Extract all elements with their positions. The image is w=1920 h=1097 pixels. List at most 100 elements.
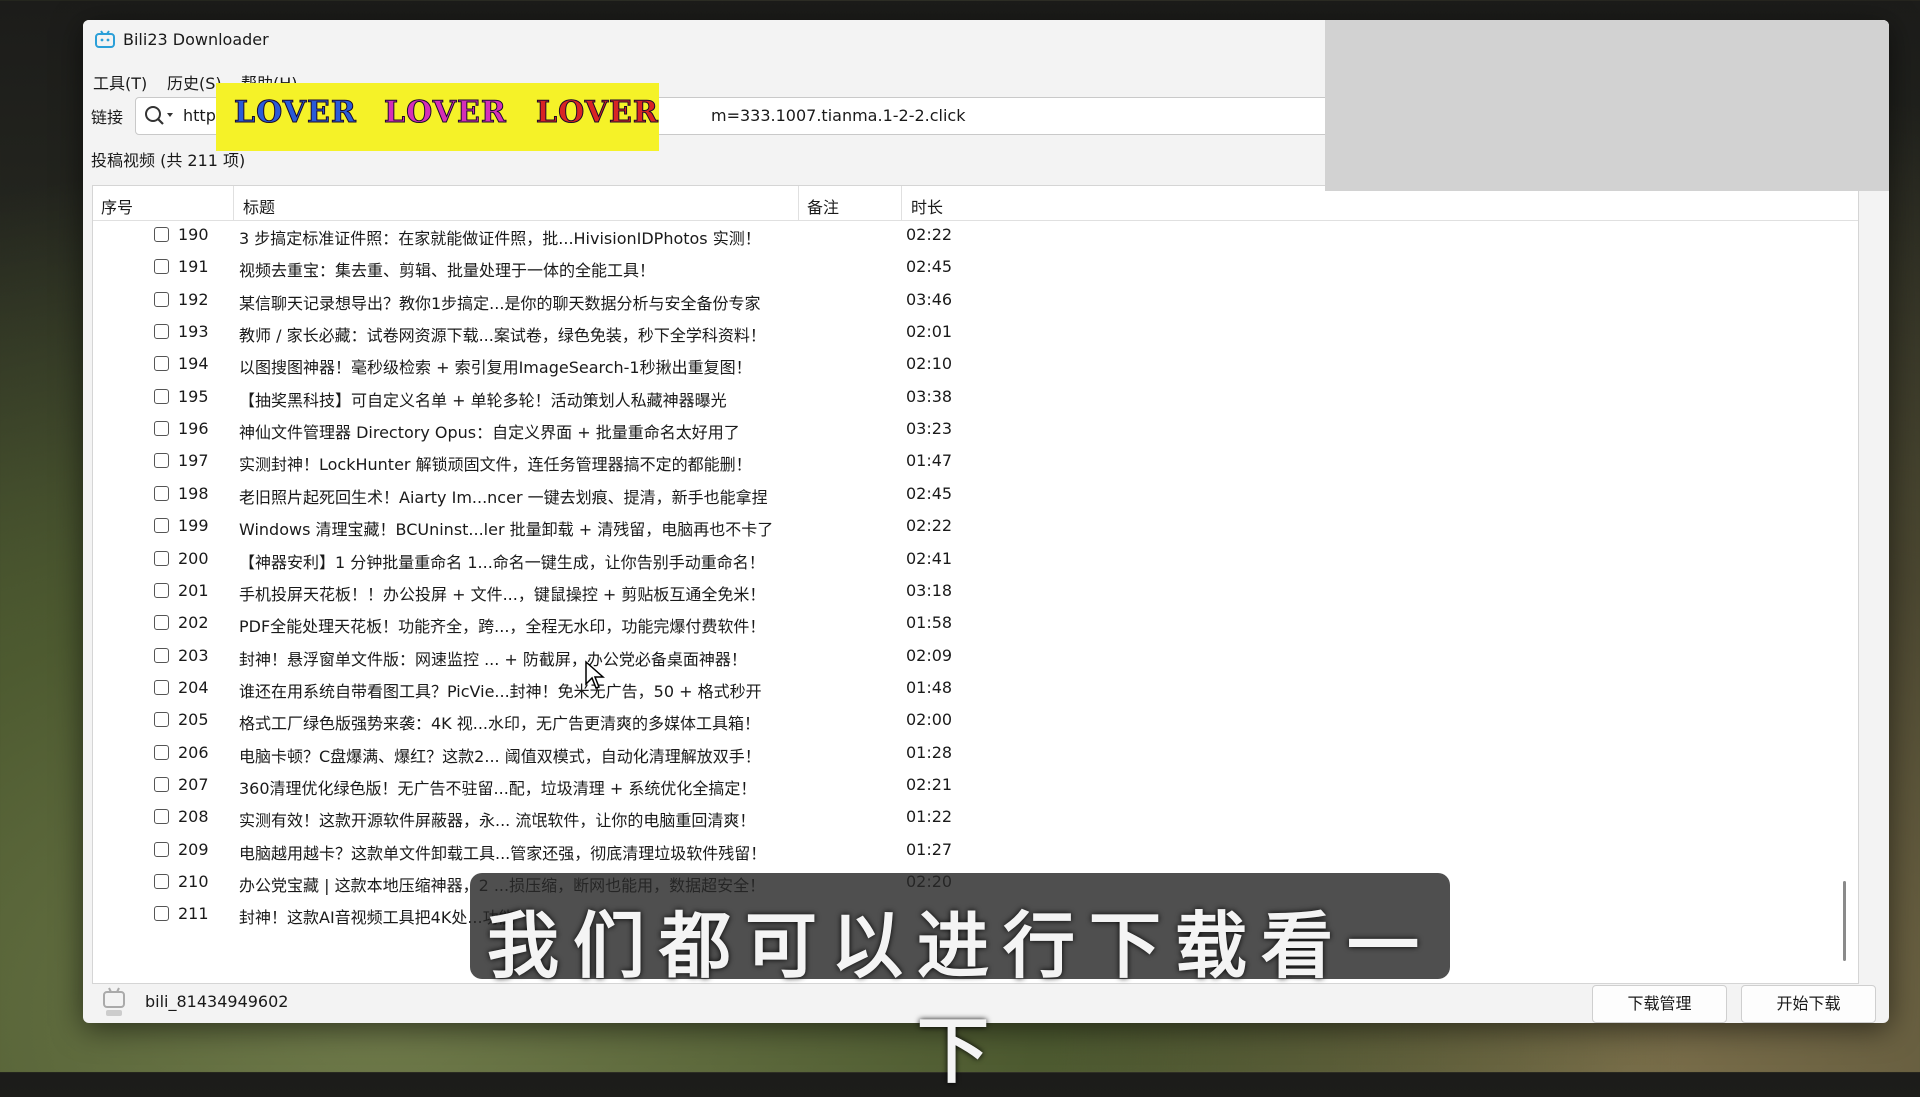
row-title: 手机投屏天花板！！办公投屏 + 文件...，键鼠操控 + 剪贴板互通全免米！: [239, 584, 766, 604]
sticker-word: LOVER: [536, 95, 659, 131]
row-index: 207: [178, 774, 209, 794]
subtitle-text: 我们都可以进行下载看一下: [486, 904, 1433, 1093]
row-checkbox[interactable]: [154, 550, 169, 566]
row-checkbox[interactable]: [154, 291, 169, 307]
row-title: 谁还在用系统自带看图工具？PicVie...封神！免米无广告，50 + 格式秒开: [239, 681, 762, 701]
search-icon[interactable]: [142, 104, 176, 128]
row-checkbox[interactable]: [154, 453, 169, 469]
row-duration: 01:58: [906, 613, 953, 633]
column-divider[interactable]: [798, 186, 799, 220]
table-row[interactable]: 205 格式工厂绿色版强势来袭：4K 视...水印，无广告更清爽的多媒体工具箱！ 0…: [93, 704, 1858, 736]
table-row[interactable]: 198 老旧照片起死回生术！Aiarty Im...ncer 一键去划痕、提清，新…: [93, 478, 1858, 510]
window-title: Bili23 Downloader: [123, 30, 269, 49]
table-row[interactable]: 202 PDF全能处理天花板！功能齐全，跨...，全程无水印，功能完爆付费软件！ 0…: [93, 607, 1858, 639]
row-duration: 02:45: [906, 483, 953, 503]
row-checkbox[interactable]: [154, 647, 169, 663]
row-checkbox[interactable]: [154, 809, 169, 825]
row-duration: 02:22: [906, 225, 953, 244]
sticker-word: LOVER: [234, 95, 357, 131]
column-title[interactable]: 标题: [243, 194, 275, 218]
column-index[interactable]: 序号: [101, 194, 133, 218]
row-checkbox[interactable]: [154, 227, 169, 242]
row-index: 192: [178, 289, 209, 309]
table-row[interactable]: 192 某信聊天记录想导出？教你1步搞定...是你的聊天数据分析与安全备份专家 03…: [93, 284, 1858, 316]
row-title: 以图搜图神器！毫秒级检索 + 索引复用ImageSearch-1秒揪出重复图！: [239, 358, 752, 378]
row-duration: 03:23: [906, 419, 953, 439]
table-row[interactable]: 208 实测有效！这款开源软件屏蔽器，永... 流氓软件，让你的电脑重回清爽！ 01…: [93, 801, 1858, 833]
table-row[interactable]: 209 电脑越用越卡？这款单文件卸载工具...管家还强，彻底清理垃圾软件残留！ 01…: [93, 834, 1858, 866]
url-value-end: m=333.1007.tianma.1-2-2.click: [711, 106, 966, 125]
row-index: 194: [178, 354, 209, 374]
redaction-overlay: [1325, 20, 1889, 191]
row-checkbox[interactable]: [154, 744, 169, 760]
table-row[interactable]: 195 【抽奖黑科技】可自定义名单 + 单轮多轮！活动策划人私藏神器曝光 03:38: [93, 381, 1858, 413]
row-title: 实测有效！这款开源软件屏蔽器，永... 流氓软件，让你的电脑重回清爽！: [239, 811, 756, 831]
row-duration: 02:41: [906, 548, 953, 568]
row-checkbox[interactable]: [154, 388, 169, 404]
row-title: 教师 / 家长必藏：试卷网资源下载...案试卷，绿色免装，秒下全学科资料！: [239, 326, 766, 346]
row-title: 电脑越用越卡？这款单文件卸载工具...管家还强，彻底清理垃圾软件残留！: [239, 843, 767, 863]
row-index: 211: [178, 904, 209, 924]
row-index: 202: [178, 613, 209, 633]
row-checkbox[interactable]: [154, 679, 169, 695]
row-index: 210: [178, 872, 209, 891]
column-duration[interactable]: 时长: [911, 194, 943, 218]
row-index: 195: [178, 386, 209, 406]
row-index: 196: [178, 419, 209, 439]
row-title: 3 步搞定标准证件照：在家就能做证件照，批...HivisionIDPhotos…: [239, 229, 761, 248]
table-row[interactable]: 190 3 步搞定标准证件照：在家就能做证件照，批...HivisionIDPho…: [93, 219, 1858, 251]
table-row[interactable]: 193 教师 / 家长必藏：试卷网资源下载...案试卷，绿色免装，秒下全学科资料！…: [93, 316, 1858, 348]
row-checkbox[interactable]: [154, 712, 169, 728]
row-title: 某信聊天记录想导出？教你1步搞定...是你的聊天数据分析与安全备份专家: [239, 293, 761, 313]
table-row[interactable]: 201 手机投屏天花板！！办公投屏 + 文件...，键鼠操控 + 剪贴板互通全免米…: [93, 575, 1858, 607]
row-title: PDF全能处理天花板！功能齐全，跨...，全程无水印，功能完爆付费软件！: [239, 617, 766, 637]
row-checkbox[interactable]: [154, 324, 169, 340]
row-checkbox[interactable]: [154, 841, 169, 857]
sticker-word: LOVER: [384, 95, 507, 131]
vertical-scrollbar[interactable]: [1843, 881, 1846, 961]
table-row[interactable]: 199 Windows 清理宝藏！BCUninst...ler 批量卸载 + 清残…: [93, 510, 1858, 542]
start-download-button[interactable]: 开始下载: [1741, 985, 1876, 1023]
row-title: 实测封神！LockHunter 解锁顽固文件，连任务管理器搞不定的都能删！: [239, 455, 752, 475]
row-checkbox[interactable]: [154, 906, 169, 922]
row-checkbox[interactable]: [154, 485, 169, 501]
mouse-cursor-icon: [585, 660, 605, 689]
row-checkbox[interactable]: [154, 874, 169, 889]
row-checkbox[interactable]: [154, 582, 169, 598]
row-title: 【抽奖黑科技】可自定义名单 + 单轮多轮！活动策划人私藏神器曝光: [239, 390, 727, 410]
row-checkbox[interactable]: [154, 776, 169, 792]
user-name: bili_81434949602: [145, 992, 289, 1011]
row-checkbox[interactable]: [154, 356, 169, 372]
column-divider[interactable]: [233, 186, 234, 220]
table-row[interactable]: 206 电脑卡顿？C盘爆满、爆红？这款2... 阈值双模式，自动化清理解放双手！ 0…: [93, 737, 1858, 769]
column-note[interactable]: 备注: [807, 194, 839, 218]
table-row[interactable]: 200 【神器安利】1 分钟批量重命名 1...命名一键生成，让你告别手动重命名！…: [93, 543, 1858, 575]
row-duration: 02:10: [906, 354, 953, 374]
table-header: 序号 标题 备注 时长: [93, 186, 1858, 221]
menu-history[interactable]: 历史(S): [167, 70, 222, 94]
table-row[interactable]: 197 实测封神！LockHunter 解锁顽固文件，连任务管理器搞不定的都能删！…: [93, 445, 1858, 477]
row-duration: 02:09: [906, 645, 953, 665]
table-row[interactable]: 204 谁还在用系统自带看图工具？PicVie...封神！免米无广告，50 + 格…: [93, 672, 1858, 704]
row-checkbox[interactable]: [154, 259, 169, 275]
row-checkbox[interactable]: [154, 518, 169, 534]
row-index: 206: [178, 742, 209, 762]
table-row[interactable]: 194 以图搜图神器！毫秒级检索 + 索引复用ImageSearch-1秒揪出重复…: [93, 348, 1858, 380]
row-title: Windows 清理宝藏！BCUninst...ler 批量卸载 + 清残留，电…: [239, 520, 774, 540]
lover-sticker: LOVER LOVER LOVER: [216, 83, 659, 151]
table-row[interactable]: 191 视频去重宝：集去重、剪辑、批量处理于一体的全能工具！ 02:45: [93, 251, 1858, 283]
row-index: 198: [178, 483, 209, 503]
table-row[interactable]: 207 360清理优化绿色版！无广告不驻留...配，垃圾清理 + 系统优化全搞定！…: [93, 769, 1858, 801]
table-row[interactable]: 203 封神！悬浮窗单文件版：网速监控 ... + 防截屏，办公党必备桌面神器！ 0…: [93, 640, 1858, 672]
download-manager-button[interactable]: 下载管理: [1592, 985, 1727, 1023]
row-checkbox[interactable]: [154, 615, 169, 631]
table-row[interactable]: 196 神仙文件管理器 Directory Opus：自定义界面 + 批量重命名太…: [93, 413, 1858, 445]
menu-tools[interactable]: 工具(T): [93, 70, 147, 94]
row-duration: 02:01: [906, 322, 953, 342]
row-index: 208: [178, 807, 209, 827]
row-index: 190: [178, 225, 209, 244]
user-avatar-icon: [103, 987, 125, 1016]
column-divider[interactable]: [901, 186, 902, 220]
bilibili-tv-icon: [95, 30, 115, 48]
row-checkbox[interactable]: [154, 421, 169, 437]
